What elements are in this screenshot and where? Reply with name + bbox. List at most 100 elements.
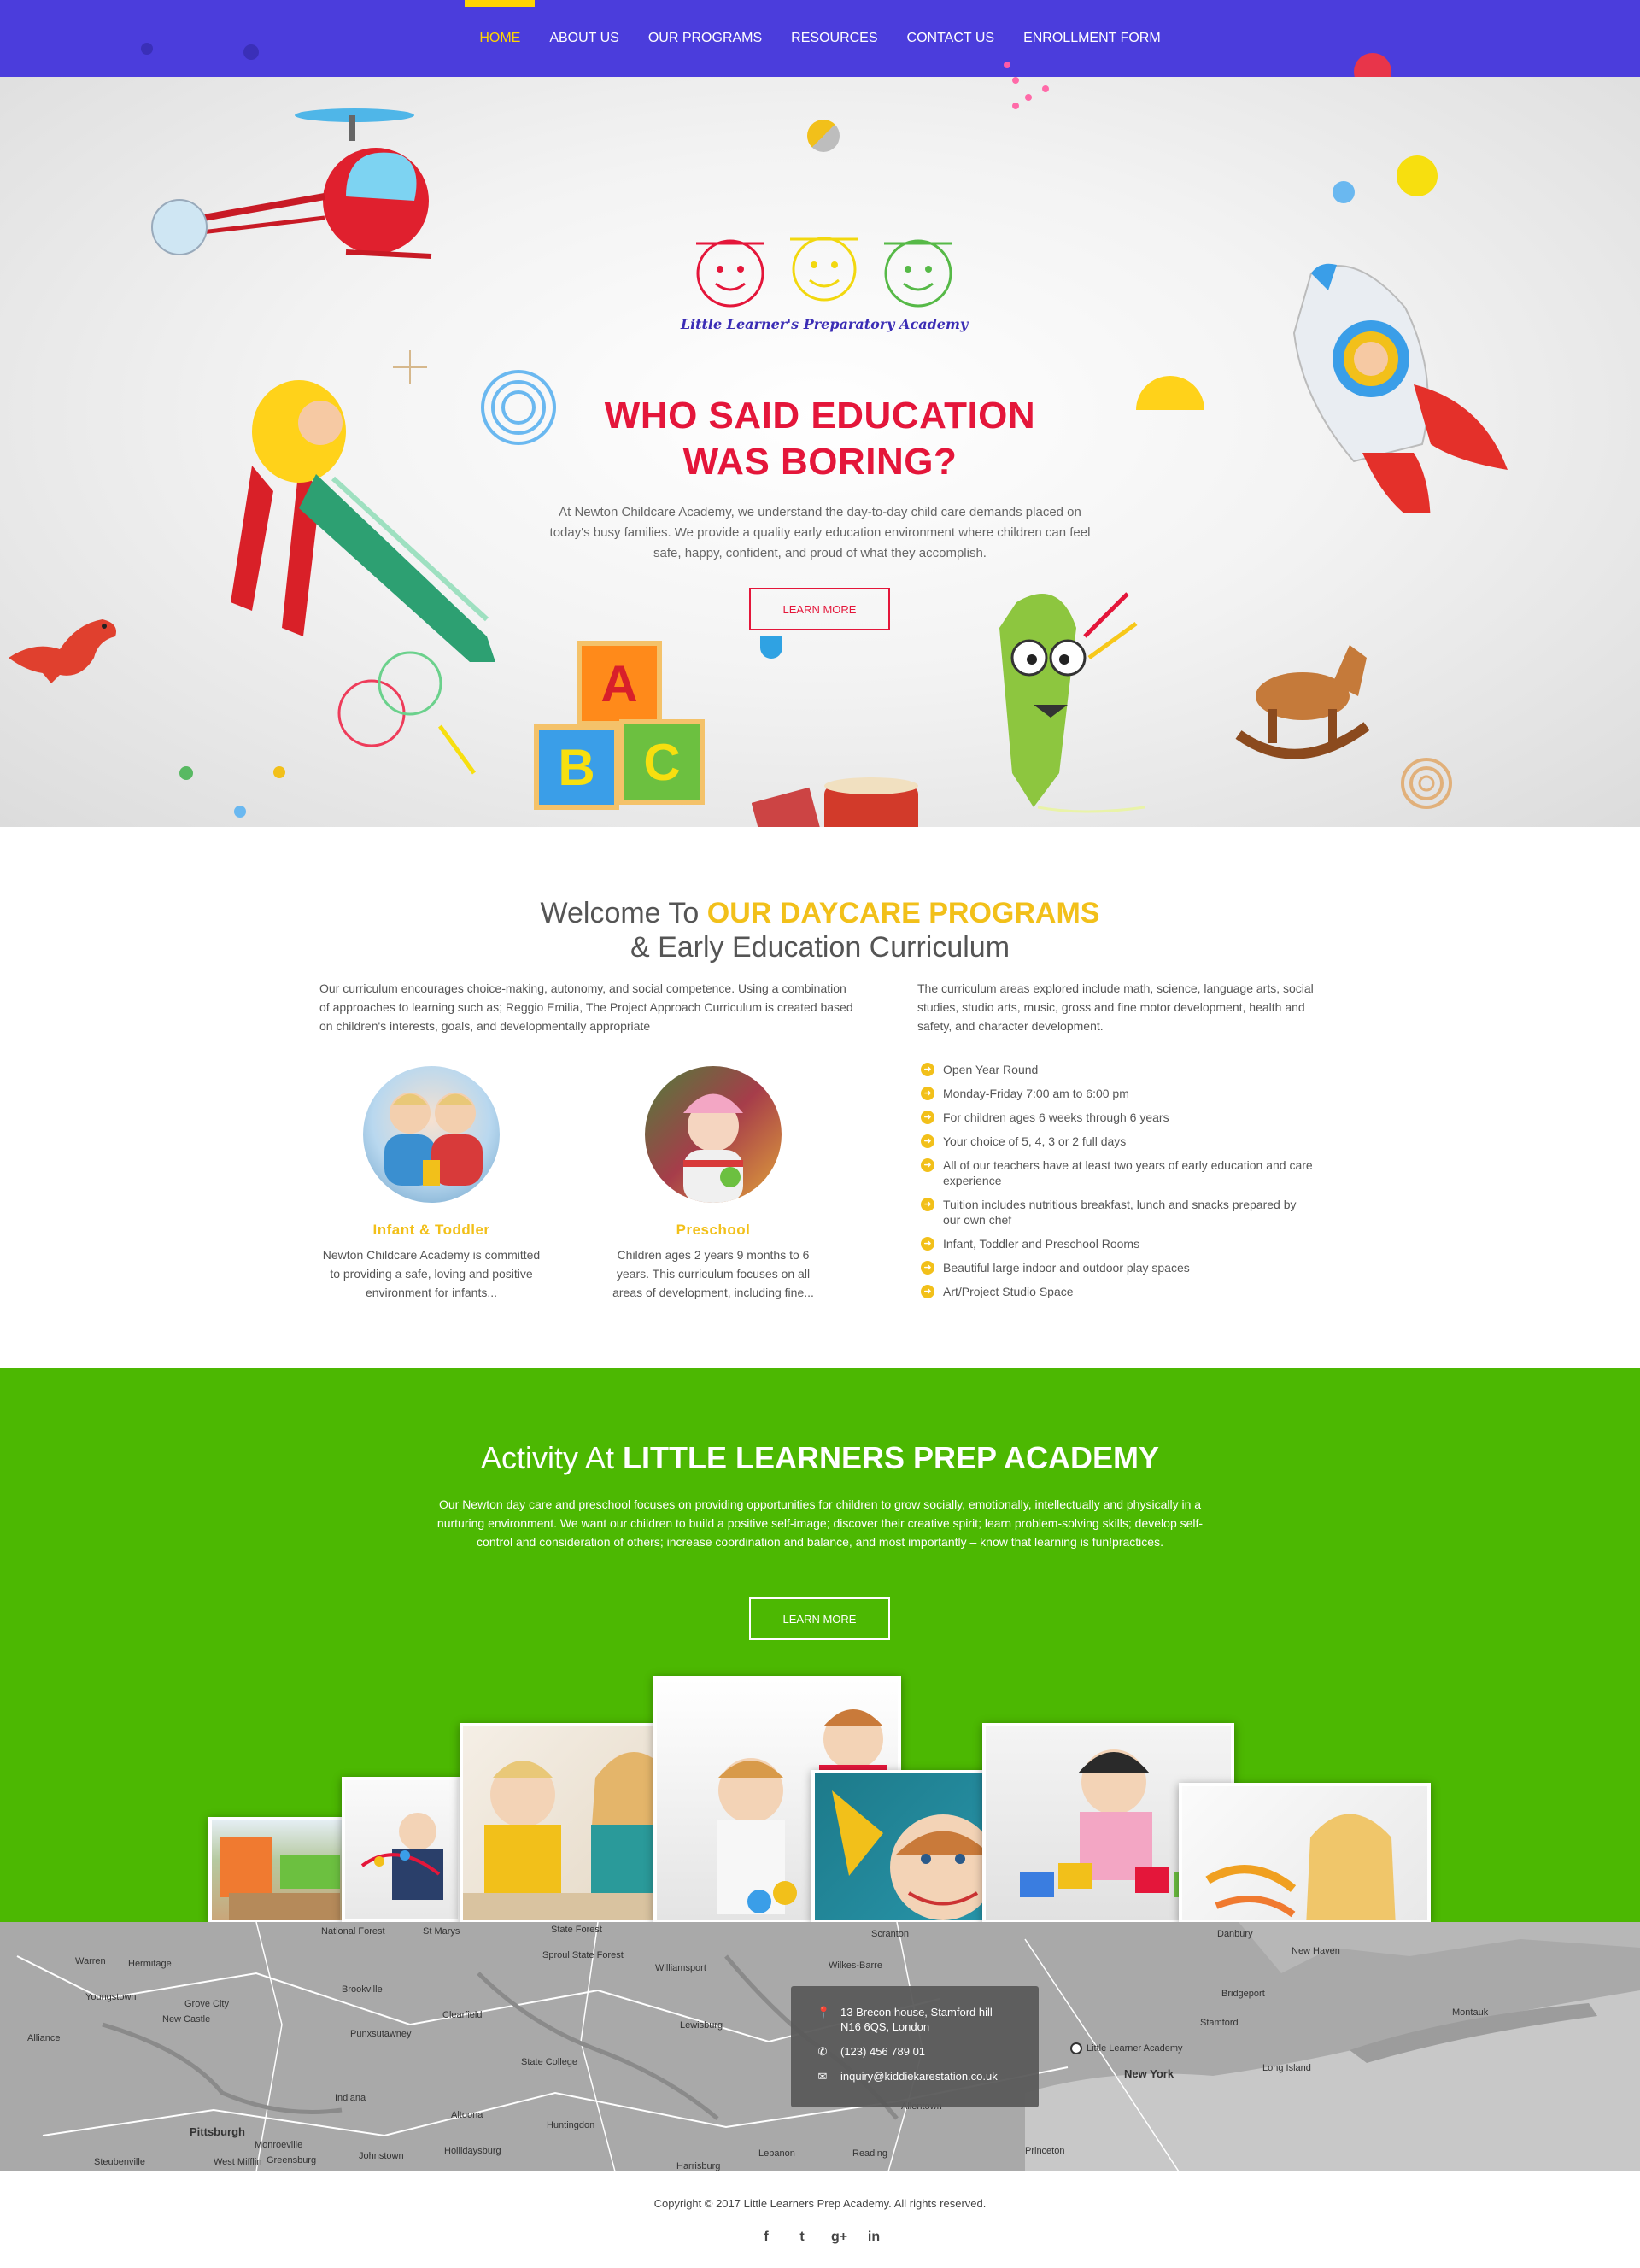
activity-section: Activity At LITTLE LEARNERS PREP ACADEMY…: [0, 1368, 1640, 1922]
activity-photo-toddler-beads[interactable]: [342, 1777, 461, 1922]
facebook-icon[interactable]: f: [759, 2230, 773, 2245]
helicopter-illustration: [151, 108, 432, 259]
decor-dot: [807, 120, 840, 152]
contact-email[interactable]: ✉ inquiry@kiddiekarestation.co.uk: [817, 2069, 1022, 2083]
hero-title: WHO SAID EDUCATION WAS BORING?: [478, 393, 1162, 485]
location-map[interactable]: National Forest St Marys State Forest Sc…: [0, 1922, 1640, 2171]
rocket-illustration: [1292, 263, 1508, 513]
map-label: Williamsport: [655, 1963, 706, 1973]
map-label: Greensburg: [266, 2155, 317, 2165]
contact-address: 📍 13 Brecon house, Stamford hill N16 6QS,…: [817, 2005, 1022, 2034]
decor-dot: [1012, 103, 1019, 109]
hero-title-line: WHO SAID EDUCATION: [604, 395, 1036, 437]
nav-item-resources[interactable]: RESOURCES: [776, 0, 892, 77]
map-label: Stamford: [1200, 2018, 1239, 2028]
email-address: inquiry@kiddiekarestation.co.uk: [840, 2070, 998, 2083]
map-pin-icon: 📍: [817, 2006, 831, 2019]
activity-title-prefix: Activity At: [480, 1440, 623, 1475]
envelope-icon: ✉: [817, 2070, 828, 2083]
decor-rings: [1401, 758, 1452, 809]
card-text: Children ages 2 years 9 months to 6 year…: [612, 1248, 814, 1299]
card-text: Newton Childcare Academy is committed to…: [322, 1248, 541, 1299]
check-circle-icon: ➜: [921, 1063, 934, 1076]
features-list: ➜ Open Year Round ➜ Monday-Friday 7:00 am …: [921, 1062, 1314, 1308]
decor-dot: [1042, 85, 1049, 92]
hero-title-line: WAS BORING?: [682, 441, 958, 483]
map-label: Hollidaysburg: [444, 2146, 501, 2156]
footer: Copyright © 2017 Little Learners Prep Ac…: [0, 2171, 1640, 2268]
map-label: National Forest: [321, 1926, 385, 1937]
feature-text: Art/Project Studio Space: [943, 1285, 1074, 1298]
map-label: Brookville: [342, 1984, 383, 1995]
activity-title-bold: LITTLE LEARNERS PREP ACADEMY: [622, 1440, 1160, 1475]
programs-title-prefix: Welcome To: [540, 897, 707, 929]
map-label: Huntingdon: [547, 2120, 595, 2130]
feature-text: All of our teachers have at least two ye…: [943, 1158, 1313, 1187]
nav-item-contact-us[interactable]: CONTACT US: [893, 0, 1010, 77]
map-label: Monroeville: [255, 2140, 303, 2150]
decor-dot: [273, 766, 285, 778]
map-label: Lewisburg: [680, 2020, 723, 2031]
check-circle-icon: ➜: [921, 1134, 934, 1148]
feature-item: ➜ Open Year Round: [921, 1062, 1314, 1077]
activity-learn-more-button[interactable]: LEARN MORE: [749, 1597, 890, 1640]
programs-title-highlight: OUR DAYCARE PROGRAMS: [706, 897, 1100, 929]
map-label: Warren: [75, 1956, 106, 1966]
check-circle-icon: ➜: [921, 1158, 934, 1172]
address-line: N16 6QS, London: [840, 2020, 930, 2033]
hero-description: At Newton Childcare Academy, we understa…: [549, 505, 1091, 560]
social-links: f t g+ in: [0, 2230, 1640, 2245]
block-a: A: [577, 641, 662, 726]
decor-dot: [1025, 94, 1032, 101]
map-label: Youngstown: [85, 1992, 137, 2002]
contact-phone[interactable]: ✆ (123) 456 789 01: [817, 2044, 1022, 2059]
feature-item: ➜ Art/Project Studio Space: [921, 1284, 1314, 1299]
feature-item: ➜ For children ages 6 weeks through 6 yea…: [921, 1110, 1314, 1125]
map-label: New Castle: [162, 2014, 211, 2025]
nav-label: HOME: [479, 31, 521, 45]
logo-text: Little Learner's Preparatory Academy: [680, 316, 969, 332]
nav-item-about-us[interactable]: ABOUT US: [535, 0, 634, 77]
block-b: B: [534, 724, 619, 810]
map-label: Grove City: [184, 1999, 229, 2009]
nav-label: RESOURCES: [791, 31, 878, 45]
programs-section: Welcome To OUR DAYCARE PROGRAMS & Early …: [0, 827, 1640, 1368]
map-label: State Forest: [551, 1925, 602, 1935]
curriculum-intro-text: Our curriculum encourages choice-making,…: [319, 982, 853, 1033]
map-label: Altoona: [451, 2110, 483, 2120]
google-plus-icon[interactable]: g+: [831, 2230, 847, 2245]
map-label: Scranton: [871, 1929, 910, 1939]
map-label: New York: [1124, 2067, 1174, 2080]
curriculum-areas-text: The curriculum areas explored include ma…: [917, 982, 1314, 1033]
feature-item: ➜ Tuition includes nutritious breakfast, …: [921, 1197, 1314, 1228]
map-label: Pittsburgh: [190, 2125, 245, 2138]
check-circle-icon: ➜: [921, 1285, 934, 1298]
programs-title: Welcome To OUR DAYCARE PROGRAMS: [393, 897, 1247, 930]
decor-dot: [1332, 181, 1355, 203]
nav-item-our-programs[interactable]: OUR PROGRAMS: [634, 0, 776, 77]
programs-subtitle: & Early Education Curriculum: [630, 931, 1010, 964]
feature-text: Your choice of 5, 4, 3 or 2 full days: [943, 1134, 1127, 1148]
hero-learn-more-button[interactable]: LEARN MORE: [749, 588, 890, 630]
program-card-infant-toddler[interactable]: Infant & Toddler Newton Childcare Academ…: [320, 1066, 542, 1302]
feature-text: Infant, Toddler and Preschool Rooms: [943, 1237, 1140, 1251]
check-circle-icon: ➜: [921, 1237, 934, 1251]
feature-text: Beautiful large indoor and outdoor play …: [943, 1261, 1190, 1275]
feature-item: ➜ Your choice of 5, 4, 3 or 2 full days: [921, 1134, 1314, 1149]
linkedin-icon[interactable]: in: [867, 2230, 881, 2245]
copyright-text: Copyright © 2017 Little Learners Prep Ac…: [653, 2197, 987, 2210]
academy-logo[interactable]: Little Learner's Preparatory Academy: [662, 214, 987, 342]
twitter-icon[interactable]: t: [795, 2230, 809, 2245]
map-label: Long Island: [1262, 2063, 1311, 2073]
nav-item-home[interactable]: HOME: [465, 0, 536, 77]
pencil-character-illustration: [999, 592, 1145, 813]
activity-photo-playground[interactable]: [208, 1817, 358, 1922]
activity-photo-girl-painting[interactable]: [1179, 1783, 1431, 1922]
decor-dot: [1012, 77, 1019, 84]
check-circle-icon: ➜: [921, 1198, 934, 1211]
dinosaur-illustration: [9, 619, 116, 683]
card-title: Infant & Toddler: [372, 1222, 490, 1238]
nav-item-enrollment-form[interactable]: ENROLLMENT FORM: [1009, 0, 1175, 77]
program-card-preschool[interactable]: Preschool Children ages 2 years 9 months…: [602, 1066, 824, 1302]
drum-illustration: [752, 777, 918, 827]
